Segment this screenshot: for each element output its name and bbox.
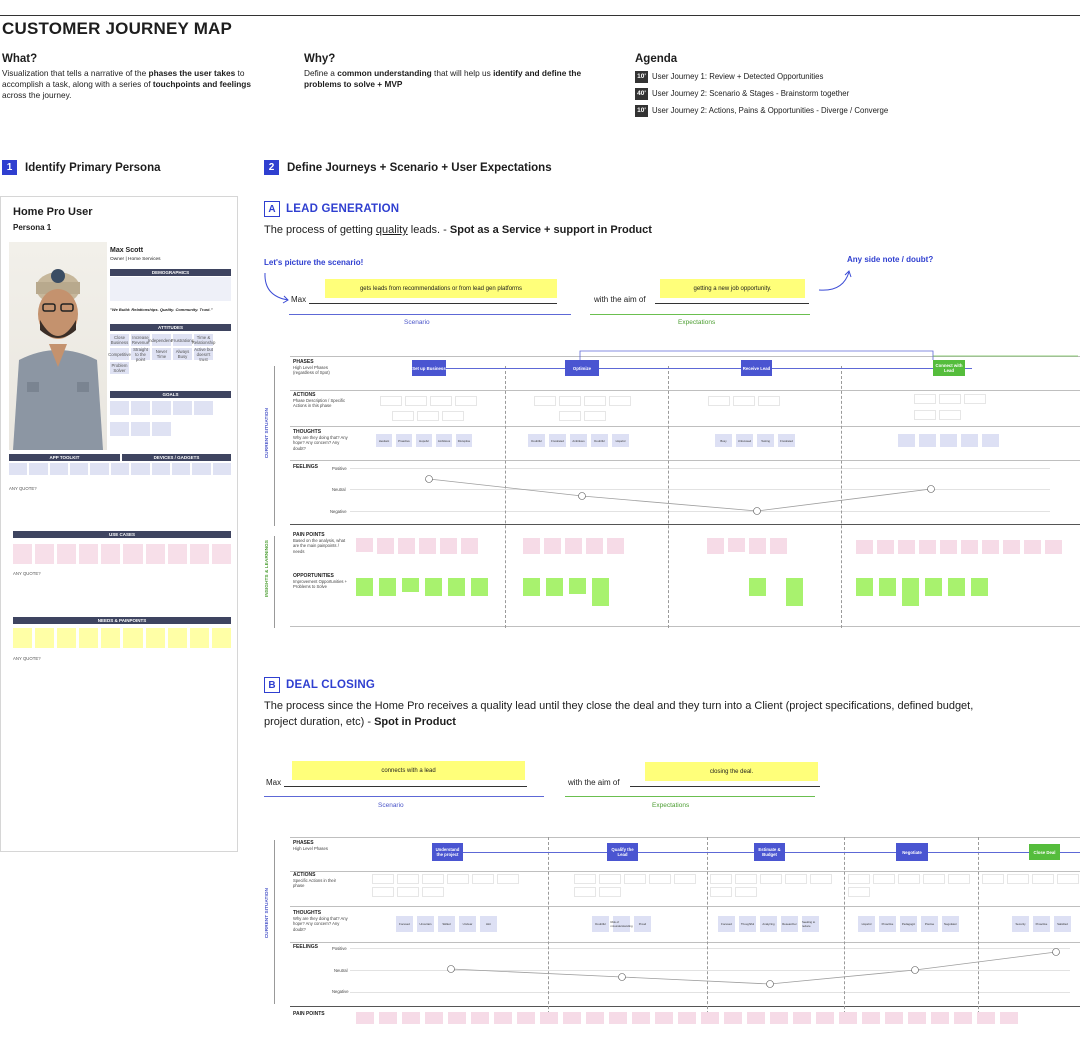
scenario-sticky-note: gets leads from recommendations or from …: [325, 279, 557, 298]
expectation-b-line: [565, 796, 815, 797]
why-heading: Why?: [304, 53, 336, 65]
opp-notes-4: [856, 578, 1080, 606]
expectation-b-sticky-note: closing the deal.: [645, 762, 818, 781]
needs-header: NEEDS & PAINPOINTS: [13, 617, 231, 624]
pain-b-notes: [356, 1012, 1080, 1024]
pain-notes-4: [856, 540, 1080, 554]
goals-header: GOALS: [110, 391, 231, 398]
section-a-header: A LEAD GENERATION: [264, 201, 399, 217]
expectation-line: [590, 314, 810, 315]
any-quote-1: ANY QUOTE?: [9, 486, 37, 491]
section-b-badge: B: [264, 677, 280, 693]
scenario-max: Max: [291, 295, 307, 304]
feelings-curve-b: [447, 948, 1060, 988]
scenario-b-sticky-note: connects with a lead: [292, 761, 525, 780]
what-text: Visualization that tells a narrative of …: [2, 68, 251, 100]
scenario-b-max: Max: [266, 778, 282, 787]
section-b-title: DEAL CLOSING: [286, 679, 376, 691]
agenda-block: Agenda 10' User Journey 1: Review + Detec…: [635, 53, 935, 118]
opp-notes-1: [356, 578, 498, 596]
demographics-grid: [110, 277, 231, 301]
why-text: Define a common understanding that will …: [304, 68, 582, 89]
aim-b-label: with the aim of: [568, 778, 620, 787]
persona-quote: "We Build: Relationships. Quality. Commu…: [110, 307, 213, 312]
scenario-line: [289, 314, 571, 315]
any-quote-2: ANY QUOTE?: [13, 571, 41, 576]
agenda-item: 10' User Journey 1: Review + Detected Opp…: [635, 69, 935, 84]
insights-label: INSIGHTS & LEARNINGS: [265, 540, 270, 598]
agenda-item: 10' User Journey 2: Actions, Pains & Oppo…: [635, 103, 935, 118]
pain-notes-3: [707, 538, 807, 554]
pain-notes-2: [523, 538, 663, 554]
why-block: Why? Define a common understanding that …: [304, 53, 604, 90]
expectation-sticky-note: getting a new job opportunity.: [660, 279, 805, 298]
attitudes-header: ATTITUDES: [110, 324, 231, 331]
pain-notes-1: [356, 538, 498, 554]
use-cases-header: USE CASES: [13, 531, 231, 538]
attitudes-list: Close Business Increase Revenue Independ…: [108, 334, 216, 374]
pain-points-row-label: PAIN POINTS Based on the analysis, what …: [293, 532, 346, 554]
toolkit-row: [9, 463, 231, 475]
needs-row: [13, 628, 231, 648]
pain-points-b-row-label: PAIN POINTS: [293, 1011, 325, 1017]
opportunities-row-label: OPPORTUNITIES Improvement Opportunities …: [293, 573, 348, 590]
scenario-underline: [309, 303, 557, 304]
expectation-b-label: Expectations: [652, 802, 690, 809]
app-toolkit-header: APP TOOLKIT: [9, 454, 120, 461]
scenario-label: Scenario: [404, 319, 430, 326]
persona-name: Max Scott: [110, 247, 144, 254]
persona-title: Home Pro User: [13, 206, 93, 218]
curved-arrow-up-icon: [818, 270, 852, 291]
opp-notes-3: [749, 578, 809, 606]
section-a-title: LEAD GENERATION: [286, 203, 400, 215]
aim-underline: [655, 303, 809, 304]
any-quote-3: ANY QUOTE?: [13, 656, 41, 661]
section-a-description: The process of getting quality leads. - …: [264, 224, 652, 236]
persona-role: Owner | Home Services: [110, 257, 161, 262]
devices-header: DEVICES / GADGETS: [122, 454, 231, 461]
scenario-b-label: Scenario: [378, 802, 404, 809]
top-divider: [0, 15, 1080, 16]
picture-scenario-label: Let's picture the scenario!: [264, 258, 364, 267]
section-a-badge: A: [264, 201, 280, 217]
step-2-header: 2 Define Journeys + Scenario + User Expe…: [264, 160, 552, 175]
feelings-curve: [425, 475, 935, 515]
journey-map-b: CURRENT SITUATION PHASES High Level Phas…: [262, 834, 1080, 1024]
page-title: CUSTOMER JOURNEY MAP: [2, 19, 233, 38]
use-cases-row: [13, 544, 231, 564]
demographics-header: DEMOGRAPHICS: [110, 269, 231, 276]
agenda-heading: Agenda: [635, 53, 678, 65]
person-photo-icon: [13, 269, 103, 450]
section-b-header: B DEAL CLOSING: [264, 677, 375, 693]
persona-card: Home Pro User Persona 1 Max Scott Owner …: [0, 196, 238, 852]
bottom-fade: [0, 1024, 1080, 1038]
agenda-item: 40' User Journey 2: Scenario & Stages - B…: [635, 86, 935, 101]
what-heading: What?: [2, 53, 38, 65]
goals-list: [110, 401, 231, 441]
what-block: What? Visualization that tells a narrati…: [2, 53, 277, 101]
curved-arrow-icon: [264, 272, 289, 304]
journey-map-a: CURRENT SITUATION INSIGHTS & LEARNINGS P…: [262, 348, 1080, 632]
side-note-label: Any side note / doubt?: [847, 255, 934, 264]
aim-label: with the aim of: [594, 295, 646, 304]
opp-notes-2: [523, 578, 643, 606]
scenario-b-line: [264, 796, 544, 797]
section-b-description: The process since the Home Pro receives …: [264, 700, 974, 728]
aim-b-underline: [630, 786, 820, 787]
scenario-b-underline: [284, 786, 527, 787]
persona-subtitle: Persona 1: [13, 223, 52, 232]
expectation-label: Expectations: [678, 319, 716, 326]
persona-photo: [9, 242, 107, 450]
step-1-header: 1 Identify Primary Persona: [2, 160, 161, 175]
